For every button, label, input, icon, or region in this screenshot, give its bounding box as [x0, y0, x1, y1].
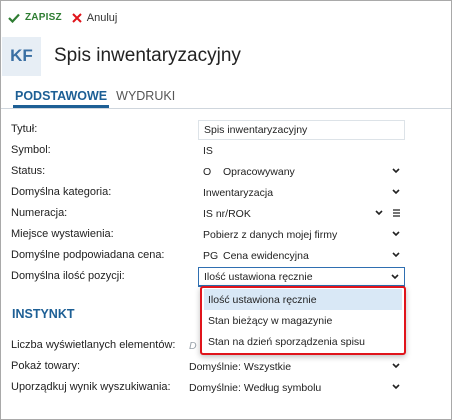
chevron-down-icon [391, 274, 399, 280]
form-row-ilosc: Domyślna ilość pozycji: Ilość ustawiona … [1, 267, 451, 287]
dropdown-option[interactable]: Stan na dzień sporządzenia spisu [204, 331, 402, 352]
status-label: Status: [11, 165, 46, 177]
page-title: Spis inwentaryzacyjny [54, 45, 241, 66]
tab-podstawowe[interactable]: PODSTAWOWE [13, 84, 110, 108]
toolbar: ZAPISZ Anuluj [1, 1, 451, 34]
dropdown-option[interactable]: Stan bieżący w magazynie [204, 310, 402, 331]
chevron-down-icon [375, 210, 383, 216]
liczba-placeholder: D [189, 340, 197, 352]
document-type-badge: KF [2, 36, 41, 76]
chevron-down-icon [392, 231, 400, 237]
wynik-label: Uporządkuj wynik wyszukiwania: [11, 381, 171, 393]
kategoria-value: Inwentaryzacja [203, 187, 274, 199]
towary-value: Domyślnie: Wszystkie [189, 361, 292, 373]
form-row-status: Status: O Opracowywany [1, 162, 451, 182]
save-label: ZAPISZ [25, 12, 62, 23]
form-row-cena: Domyślne podpowiadana cena: PG Cena ewid… [1, 246, 451, 266]
checkmark-icon [8, 13, 20, 23]
liczba-label: Liczba wyświetlanych elementów: [11, 339, 176, 351]
chevron-down-icon [392, 252, 400, 258]
kategoria-select[interactable]: Inwentaryzacja [198, 183, 405, 203]
window: ZAPISZ Anuluj KF Spis inwentaryzacyjny P… [0, 0, 452, 420]
cena-code: PG [203, 250, 219, 262]
chevron-down-icon [392, 189, 400, 195]
cena-label: Domyślne podpowiadana cena: [11, 249, 165, 261]
save-button[interactable]: ZAPISZ [8, 12, 62, 23]
numeracja-label: Numeracja: [11, 207, 68, 219]
chevron-down-icon [392, 168, 400, 174]
symbol-label: Symbol: [11, 144, 51, 156]
form-row-towary: Pokaż towary: Domyślnie: Wszystkie [1, 357, 451, 377]
form-row-wynik: Uporządkuj wynik wyszukiwania: Domyślnie… [1, 378, 451, 398]
dropdown-option[interactable]: Ilość ustawiona ręcznie [204, 289, 402, 310]
ilosc-dropdown-list: Ilość ustawiona ręcznie Stan bieżący w m… [200, 286, 406, 355]
ilosc-select[interactable]: Ilość ustawiona ręcznie [198, 267, 405, 287]
status-code: O [203, 166, 212, 178]
towary-select[interactable]: Domyślnie: Wszystkie [184, 357, 405, 377]
close-icon [72, 12, 82, 23]
tytul-label: Tytuł: [11, 123, 38, 135]
cena-select[interactable]: PG Cena ewidencyjna [198, 246, 405, 266]
form-row-kategoria: Domyślna kategoria: Inwentaryzacja [1, 183, 451, 203]
status-select[interactable]: O Opracowywany [198, 162, 405, 182]
ilosc-label: Domyślna ilość pozycji: [11, 270, 125, 282]
towary-label: Pokaż towary: [11, 360, 81, 372]
tytul-value: Spis inwentaryzacyjny [204, 124, 308, 136]
miejsce-label: Miejsce wystawienia: [11, 228, 114, 240]
form-row-symbol: Symbol: IS [1, 141, 451, 161]
kategoria-label: Domyślna kategoria: [11, 186, 112, 198]
ilosc-value: Ilość ustawiona ręcznie [204, 270, 313, 283]
chevron-down-icon [392, 363, 400, 369]
numeracja-value: IS nr/ROK [203, 208, 251, 220]
symbol-field: IS [198, 141, 405, 161]
cena-value: Cena ewidencyjna [223, 250, 309, 262]
status-value: Opracowywany [223, 166, 295, 178]
form-row-tytul: Tytuł: Spis inwentaryzacyjny [1, 120, 451, 140]
tytul-input[interactable]: Spis inwentaryzacyjny [198, 120, 405, 140]
chevron-down-icon [392, 384, 400, 390]
form-row-numeracja: Numeracja: IS nr/ROK [1, 204, 451, 224]
miejsce-value: Pobierz z danych mojej firmy [203, 229, 338, 241]
tab-wydruki[interactable]: WYDRUKI [114, 84, 177, 108]
miejsce-select[interactable]: Pobierz z danych mojej firmy [198, 225, 405, 245]
hamburger-menu-icon[interactable] [392, 209, 401, 217]
numeracja-select[interactable]: IS nr/ROK [198, 204, 405, 224]
page-header: KF Spis inwentaryzacyjny [1, 34, 451, 78]
tab-bar: PODSTAWOWE WYDRUKI [1, 85, 451, 109]
wynik-value: Domyślnie: Według symbolu [189, 382, 322, 394]
cancel-button[interactable]: Anuluj [72, 11, 118, 24]
wynik-select[interactable]: Domyślnie: Według symbolu [184, 378, 405, 398]
cancel-label: Anuluj [86, 11, 118, 24]
section-title-instynkt: INSTYNKT [12, 307, 75, 321]
form-row-miejsce: Miejsce wystawienia: Pobierz z danych mo… [1, 225, 451, 245]
symbol-value: IS [203, 145, 213, 157]
